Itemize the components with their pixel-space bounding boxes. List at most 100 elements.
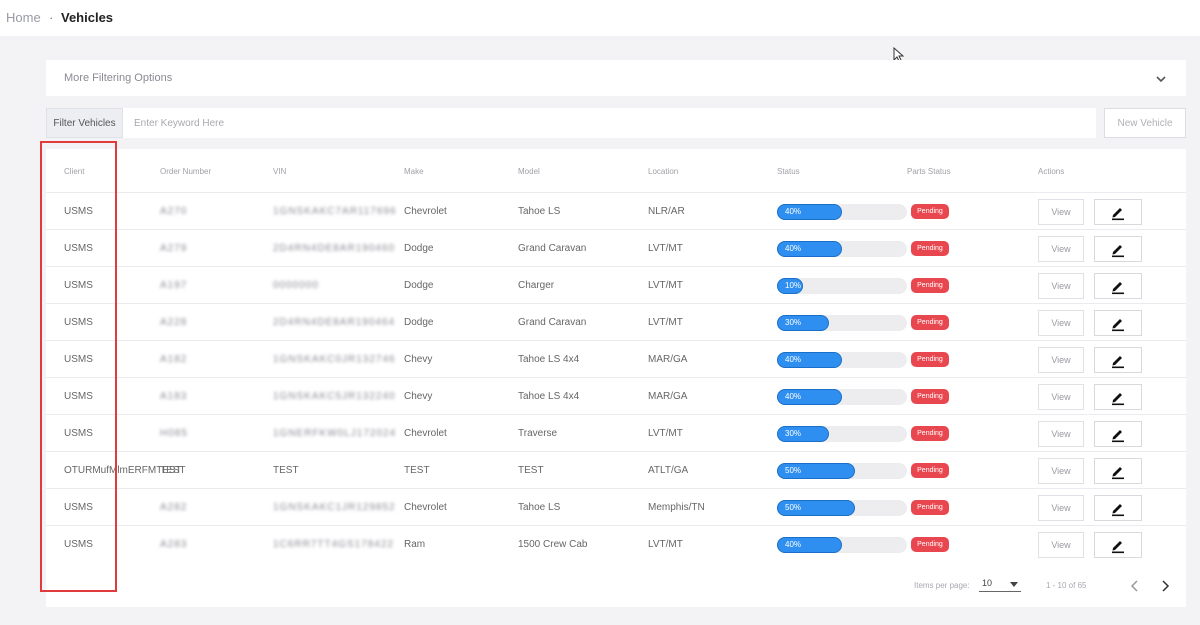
edit-button[interactable] [1094, 458, 1142, 484]
status-progress-bar: 40% [777, 389, 907, 405]
cell-vin: 2D4RN4DE8AR190464 [273, 317, 396, 328]
cell-vin: TEST [273, 465, 299, 476]
cell-make: Chevy [404, 354, 433, 365]
status-progress-bar: 40% [777, 241, 907, 257]
status-progress-text: 40% [785, 392, 802, 401]
cell-vin: 1C6RR7TT4GS178422 [273, 539, 394, 550]
next-page-icon[interactable] [1160, 580, 1170, 592]
column-header-parts-status[interactable]: Parts Status [907, 167, 951, 176]
parts-status-badge: Pending [911, 352, 949, 367]
table-row: USMS A182 1GNSKAKC0JR132746 Chevy Tahoe LS 4… [46, 340, 1186, 378]
cell-make: TEST [404, 465, 430, 476]
more-filtering-options-panel[interactable]: More Filtering Options [46, 60, 1186, 96]
parts-status-badge: Pending [911, 241, 949, 256]
status-progress-text: 40% [785, 355, 802, 364]
table-row: USMS A279 2D4RN4DE8AR190460 Dodge Grand Cara… [46, 229, 1186, 267]
pencil-icon [1112, 430, 1124, 443]
parts-status-badge: Pending [911, 537, 949, 552]
view-button[interactable]: View [1038, 310, 1084, 336]
cell-client: USMS [64, 502, 93, 513]
breadcrumb-home[interactable]: Home [6, 10, 41, 25]
new-vehicle-button[interactable]: New Vehicle [1104, 108, 1186, 138]
column-header-client[interactable]: Client [64, 167, 84, 176]
cell-order-number: A283 [160, 539, 188, 550]
cell-model: Tahoe LS [518, 502, 561, 513]
cell-location: ATLT/GA [648, 465, 689, 476]
cell-vin: 0000000 [273, 280, 319, 291]
cell-model: Grand Caravan [518, 317, 587, 328]
cell-model: Traverse [518, 428, 558, 439]
column-header-make[interactable]: Make [404, 167, 424, 176]
cell-client: USMS [64, 243, 93, 254]
page-size-value: 10 [982, 578, 993, 588]
view-button[interactable]: View [1038, 532, 1084, 558]
column-header-order-number[interactable]: Order Number [160, 167, 211, 176]
edit-button[interactable] [1094, 347, 1142, 373]
parts-status-badge: Pending [911, 463, 949, 478]
parts-status-badge: Pending [911, 278, 949, 293]
edit-button[interactable] [1094, 532, 1142, 558]
search-input[interactable] [128, 108, 1088, 138]
cell-model: Tahoe LS 4x4 [518, 391, 580, 402]
cell-client: USMS [64, 539, 93, 550]
view-button[interactable]: View [1038, 421, 1084, 447]
table-row: USMS H085 1GNERFKW0LJ172024 Chevrolet Traver… [46, 414, 1186, 452]
cell-order-number: A197 [160, 280, 188, 291]
view-button[interactable]: View [1038, 199, 1084, 225]
cell-model: Charger [518, 280, 555, 291]
edit-button[interactable] [1094, 199, 1142, 225]
chevron-down-icon[interactable] [1154, 72, 1168, 86]
view-button[interactable]: View [1038, 236, 1084, 262]
parts-status-badge: Pending [911, 204, 949, 219]
cell-vin: 1GNSKAKC0JR132746 [273, 354, 396, 365]
cell-client: USMS [64, 428, 93, 439]
cell-location: LVT/MT [648, 317, 683, 328]
cell-order-number: A228 [160, 317, 188, 328]
vehicles-table: Client Order Number VIN Make Model Locat… [46, 149, 1186, 607]
cell-model: Grand Caravan [518, 243, 587, 254]
edit-button[interactable] [1094, 495, 1142, 521]
cell-order-number: A182 [160, 354, 188, 365]
cell-location: LVT/MT [648, 539, 683, 550]
pencil-icon [1112, 208, 1124, 221]
edit-button[interactable] [1094, 273, 1142, 299]
column-header-vin[interactable]: VIN [273, 167, 286, 176]
column-header-status[interactable]: Status [777, 167, 800, 176]
table-row: OTURMufMlmERFMTEST TEST TEST TEST TEST ATLT/G… [46, 451, 1186, 489]
cell-make: Chevy [404, 391, 433, 402]
cell-vin: 1GNSKAKC1JR129852 [273, 502, 396, 513]
cell-order-number: H085 [160, 428, 188, 439]
cell-make: Chevrolet [404, 206, 447, 217]
view-button[interactable]: View [1038, 458, 1084, 484]
view-button[interactable]: View [1038, 495, 1084, 521]
status-progress-bar: 40% [777, 352, 907, 368]
cell-order-number: A270 [160, 206, 188, 217]
cell-model: TEST [518, 465, 544, 476]
cell-vin: 2D4RN4DE8AR190460 [273, 243, 396, 254]
status-progress-bar: 50% [777, 500, 907, 516]
filter-vehicles-button[interactable]: Filter Vehicles [46, 108, 123, 138]
view-button[interactable]: View [1038, 384, 1084, 410]
parts-status-badge: Pending [911, 315, 949, 330]
column-header-location[interactable]: Location [648, 167, 678, 176]
cell-make: Dodge [404, 317, 434, 328]
edit-button[interactable] [1094, 236, 1142, 262]
table-row: USMS A183 1GNSKAKC5JR132240 Chevy Tahoe LS 4… [46, 377, 1186, 415]
status-progress-text: 40% [785, 207, 802, 216]
edit-button[interactable] [1094, 421, 1142, 447]
edit-button[interactable] [1094, 310, 1142, 336]
view-button[interactable]: View [1038, 347, 1084, 373]
status-progress-text: 10% [785, 281, 802, 290]
pencil-icon [1112, 319, 1124, 332]
pencil-icon [1112, 245, 1124, 258]
page-size-select[interactable]: 10 [979, 577, 1021, 592]
cell-location: LVT/MT [648, 280, 683, 291]
column-header-model[interactable]: Model [518, 167, 540, 176]
cell-order-number: A282 [160, 502, 188, 513]
previous-page-icon[interactable] [1130, 580, 1140, 592]
table-row: USMS A197 0000000 Dodge Charger LVT/MT 10% Pend… [46, 266, 1186, 304]
view-button[interactable]: View [1038, 273, 1084, 299]
cell-make: Ram [404, 539, 426, 550]
edit-button[interactable] [1094, 384, 1142, 410]
cell-location: LVT/MT [648, 428, 683, 439]
